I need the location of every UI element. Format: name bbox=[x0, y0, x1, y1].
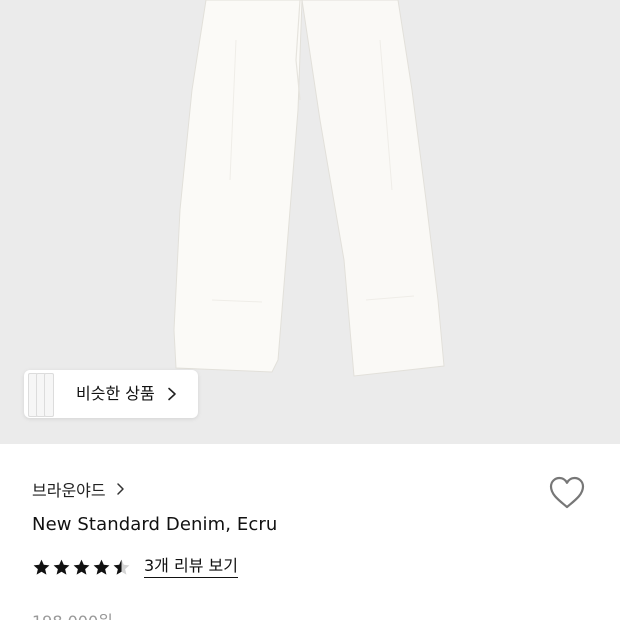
star-icon bbox=[73, 559, 90, 575]
star-half-icon bbox=[113, 559, 130, 575]
star-icon bbox=[93, 559, 110, 575]
product-image[interactable]: 비슷한 상품 bbox=[0, 0, 620, 444]
product-name: New Standard Denim, Ecru bbox=[32, 514, 278, 535]
review-link[interactable]: 3개 리뷰 보기 bbox=[144, 556, 238, 578]
similar-products-label: 비슷한 상품 bbox=[76, 384, 155, 403]
heart-icon[interactable] bbox=[548, 475, 586, 511]
product-page: 비슷한 상품 브라운야드 New Standard Denim, Ecru 3개… bbox=[0, 0, 620, 620]
star-icon bbox=[33, 559, 50, 575]
brand-link[interactable]: 브라운야드 bbox=[32, 478, 125, 500]
chevron-right-icon bbox=[168, 387, 176, 401]
chevron-right-icon bbox=[116, 483, 124, 495]
product-info: 브라운야드 New Standard Denim, Ecru 3개 리뷰 보기 bbox=[0, 444, 620, 620]
original-price: 198,000원 bbox=[32, 608, 113, 620]
brand-name: 브라운야드 bbox=[32, 481, 106, 500]
star-rating bbox=[32, 558, 132, 577]
rating-row: 3개 리뷰 보기 bbox=[32, 554, 238, 580]
thumbnail-stack-front bbox=[44, 373, 54, 417]
similar-products-button[interactable]: 비슷한 상품 bbox=[24, 370, 198, 418]
star-icon bbox=[53, 559, 70, 575]
